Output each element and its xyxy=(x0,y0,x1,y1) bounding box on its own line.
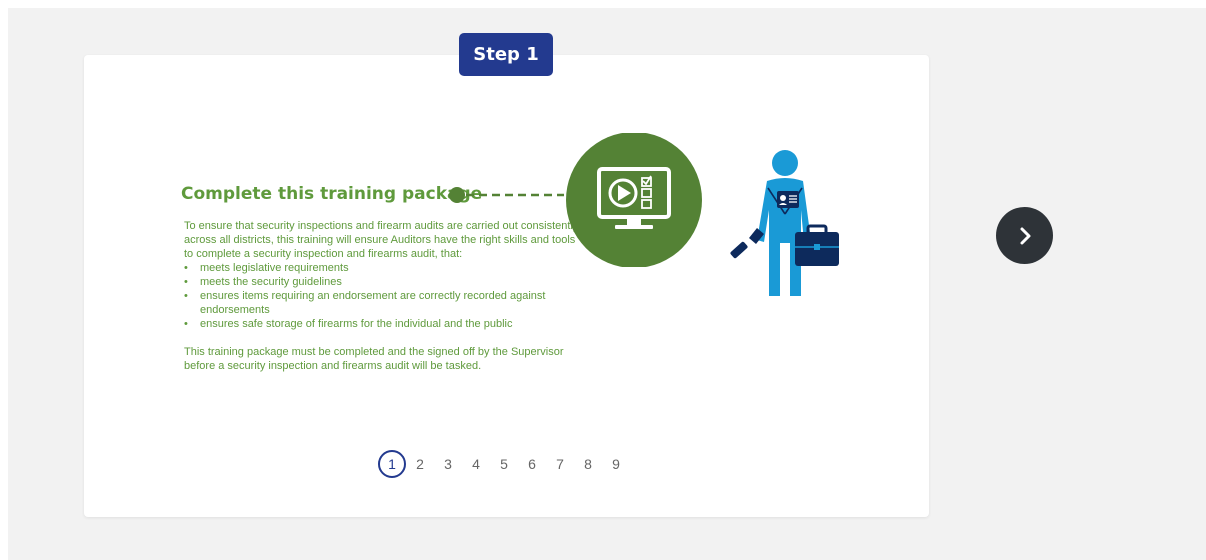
page-number-2[interactable]: 2 xyxy=(406,450,434,478)
page-number-8[interactable]: 8 xyxy=(574,450,602,478)
pagination: 1 2 3 4 5 6 7 8 9 xyxy=(378,450,630,478)
auditor-figure-icon xyxy=(730,150,839,296)
slide-body: To ensure that security inspections and … xyxy=(184,219,584,373)
intro-paragraph: To ensure that security inspections and … xyxy=(184,220,579,260)
page-number-1[interactable]: 1 xyxy=(378,450,406,478)
requirements-list: meets legislative requirements meets the… xyxy=(184,261,584,331)
dotted-connector xyxy=(449,187,564,203)
video-checklist-monitor-icon xyxy=(566,133,702,267)
next-slide-button[interactable] xyxy=(996,207,1053,264)
page-number-3[interactable]: 3 xyxy=(434,450,462,478)
page-number-4[interactable]: 4 xyxy=(462,450,490,478)
page-number-7[interactable]: 7 xyxy=(546,450,574,478)
page-number-6[interactable]: 6 xyxy=(518,450,546,478)
slide-title: Complete this training package xyxy=(181,184,483,204)
chevron-right-icon xyxy=(1020,227,1030,244)
step-badge: Step 1 xyxy=(459,33,553,76)
list-item: meets the security guidelines xyxy=(184,275,584,289)
page-number-9[interactable]: 9 xyxy=(602,450,630,478)
list-item: meets legislative requirements xyxy=(184,261,584,275)
list-item: ensures safe storage of firearms for the… xyxy=(184,317,584,331)
page-number-5[interactable]: 5 xyxy=(490,450,518,478)
closing-paragraph: This training package must be completed … xyxy=(184,346,564,372)
list-item: ensures items requiring an endorsement a… xyxy=(184,289,584,317)
